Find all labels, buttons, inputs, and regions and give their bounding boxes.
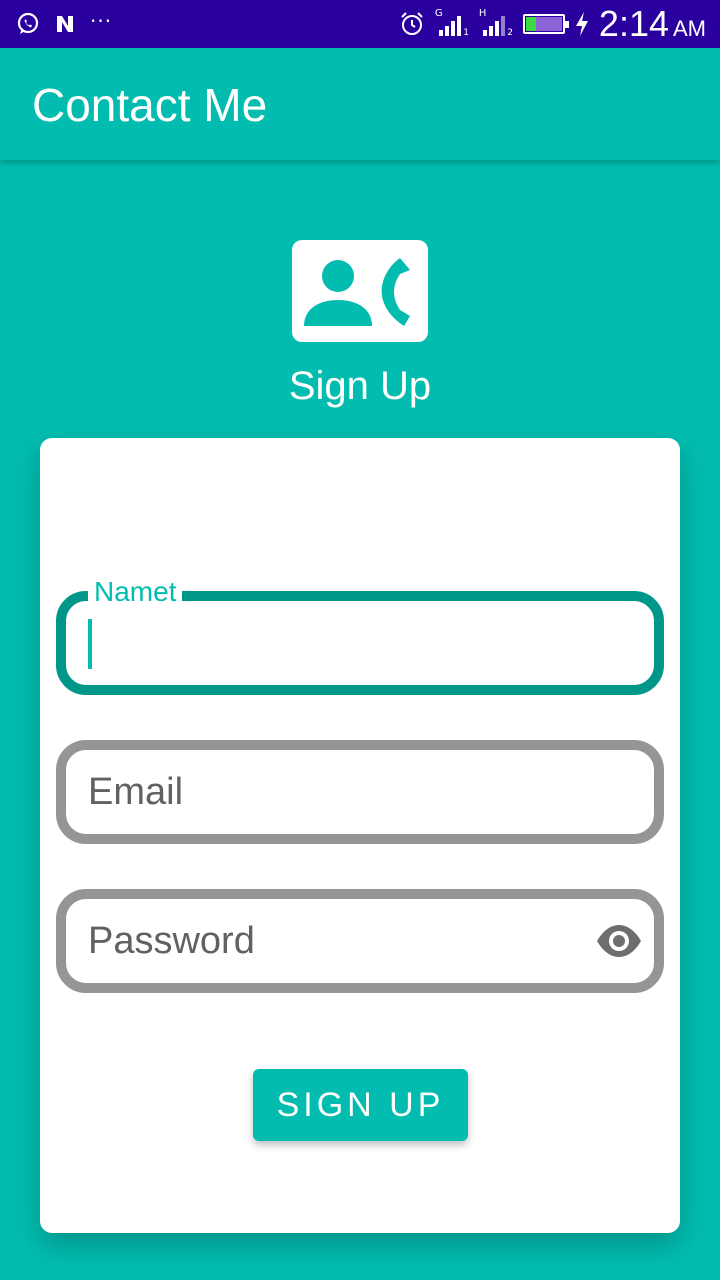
signal-sim2-slot: 2 [507, 28, 513, 38]
signup-heading: Sign Up [288, 364, 432, 408]
alarm-icon [401, 12, 423, 35]
status-bar: ··· G 1 H 2 2:14 AM [0, 0, 720, 48]
signup-button[interactable]: SIGN UP [253, 1069, 468, 1141]
contact-phone-icon [292, 240, 428, 342]
signup-card: Namet SIGN UP [40, 438, 680, 1233]
signal-sim1-slot: 1 [463, 28, 469, 38]
whatsapp-icon [17, 12, 39, 34]
n-icon [57, 16, 73, 32]
email-input[interactable] [88, 750, 568, 834]
charging-icon [575, 12, 588, 36]
notification-overflow: ··· [90, 9, 113, 33]
status-bar-system: G 1 H 2 2:14 AM [399, 6, 706, 42]
email-field[interactable] [56, 740, 664, 844]
signal-sim1-icon: G 1 [435, 8, 469, 38]
status-time: 2:14 [598, 3, 669, 44]
password-field[interactable] [56, 889, 664, 993]
app-title: Contact Me [32, 79, 268, 131]
status-bar-notifications: ··· [16, 10, 112, 38]
status-ampm: AM [673, 16, 706, 41]
name-field[interactable]: Namet [56, 575, 664, 695]
signal-sim2-icon: H 2 [479, 8, 513, 38]
battery-icon [522, 14, 569, 34]
eye-icon[interactable] [596, 921, 642, 961]
app-bar: Contact Me [0, 48, 720, 160]
name-input[interactable] [88, 601, 568, 685]
password-input[interactable] [88, 899, 568, 983]
